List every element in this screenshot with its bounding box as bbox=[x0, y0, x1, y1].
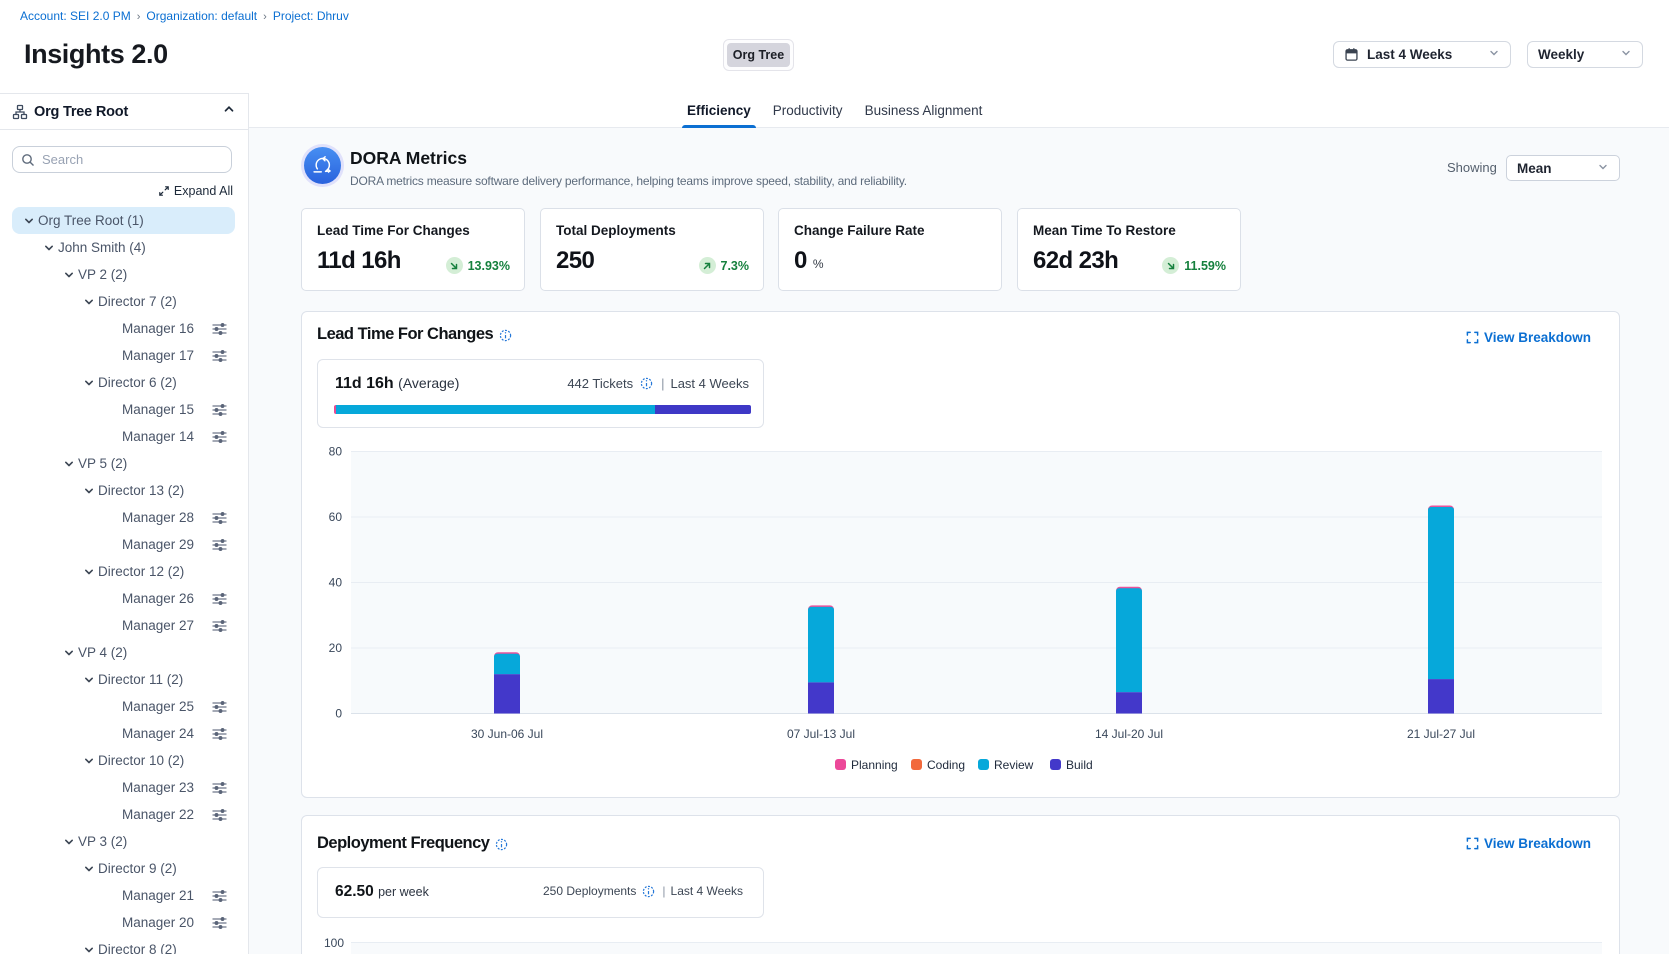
svg-text:60: 60 bbox=[329, 510, 343, 524]
svg-text:40: 40 bbox=[329, 576, 343, 590]
svg-text:Planning: Planning bbox=[851, 758, 898, 772]
svg-text:20: 20 bbox=[329, 641, 343, 655]
svg-text:14 Jul-20 Jul: 14 Jul-20 Jul bbox=[1095, 727, 1163, 741]
svg-text:Build: Build bbox=[1066, 758, 1093, 772]
svg-text:Review: Review bbox=[994, 758, 1034, 772]
svg-text:30 Jun-06 Jul: 30 Jun-06 Jul bbox=[471, 727, 543, 741]
svg-text:21 Jul-27 Jul: 21 Jul-27 Jul bbox=[1407, 727, 1475, 741]
svg-text:80: 80 bbox=[329, 445, 343, 459]
svg-text:0: 0 bbox=[335, 707, 342, 721]
svg-text:Coding: Coding bbox=[927, 758, 965, 772]
svg-text:07 Jul-13 Jul: 07 Jul-13 Jul bbox=[787, 727, 855, 741]
